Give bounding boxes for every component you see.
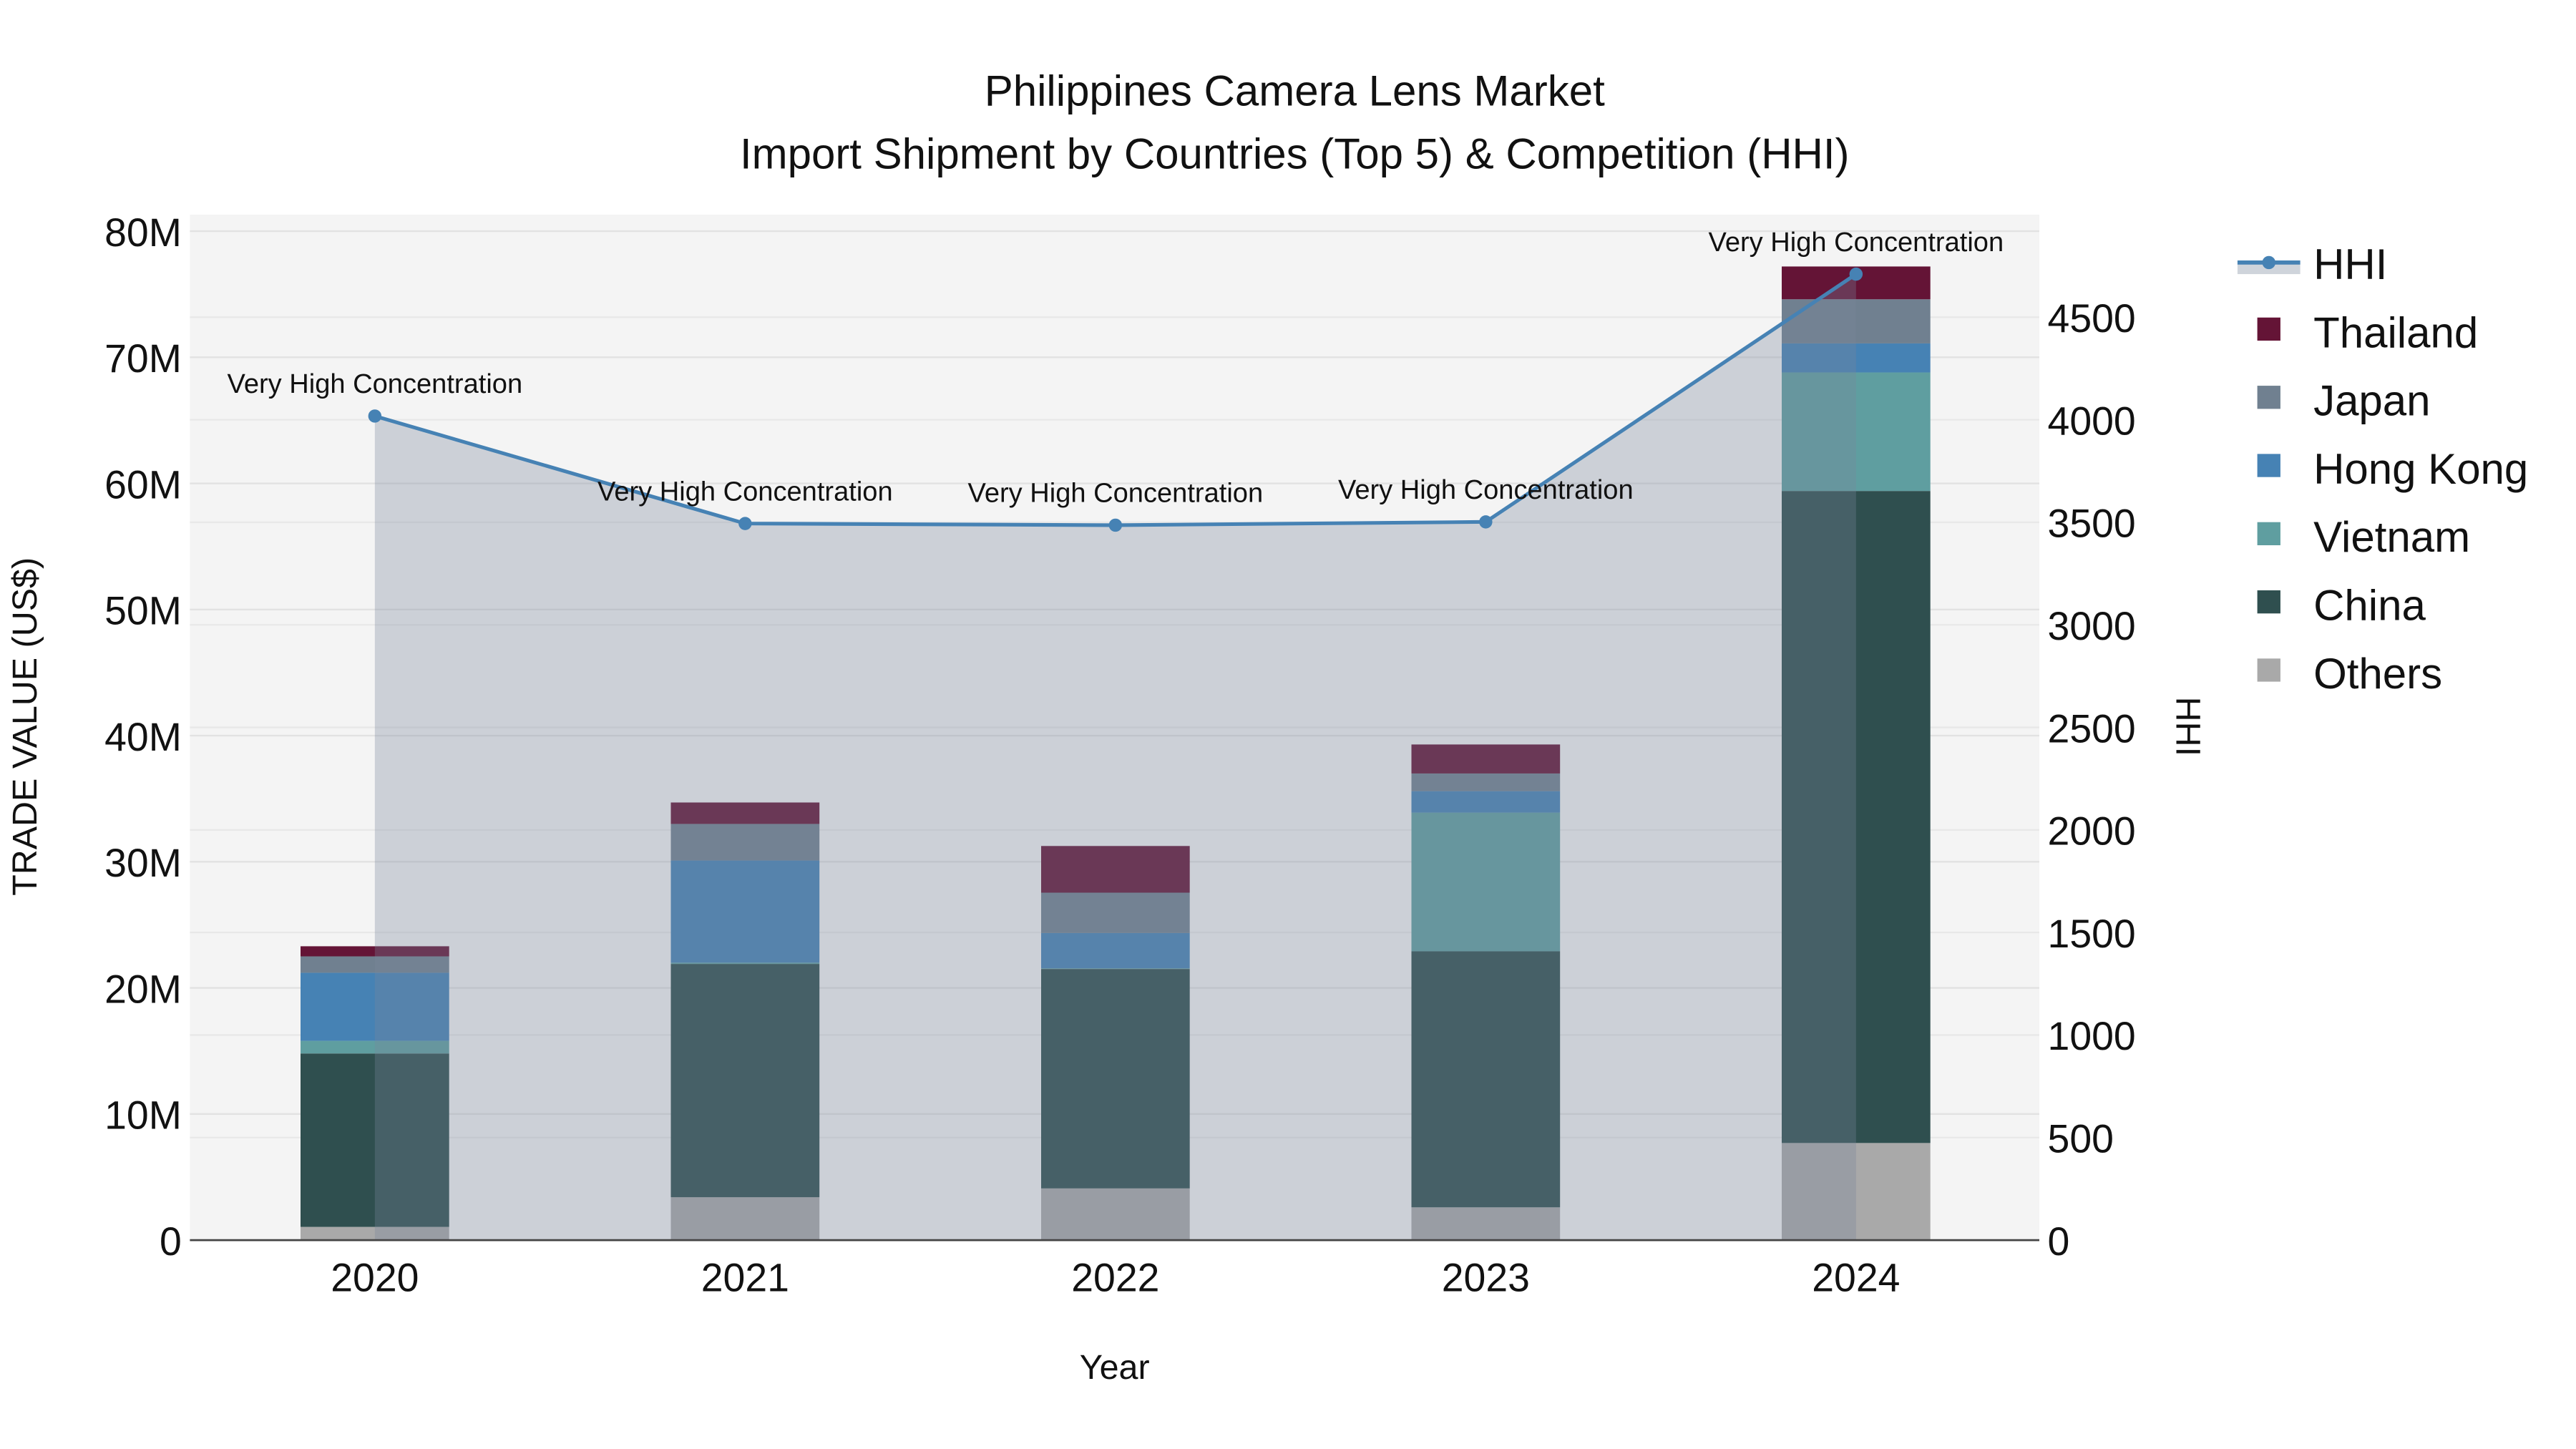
legend-swatch bbox=[2257, 590, 2280, 614]
y-tick-label: 60M bbox=[104, 462, 182, 507]
x-tick-label: 2021 bbox=[701, 1256, 789, 1300]
y-tick-label: 70M bbox=[104, 336, 182, 381]
legend-swatch bbox=[2257, 454, 2280, 477]
legend-item-hong-kong[interactable]: Hong Kong bbox=[2257, 445, 2529, 493]
y2-tick-label: 4500 bbox=[2048, 296, 2136, 341]
legend-item-vietnam[interactable]: Vietnam bbox=[2257, 513, 2470, 561]
x-tick-label: 2024 bbox=[1812, 1256, 1900, 1300]
legend-swatch bbox=[2257, 522, 2280, 545]
hhi-point bbox=[1479, 515, 1493, 529]
y2-axis-title: HHI bbox=[2169, 697, 2207, 756]
legend-label: Hong Kong bbox=[2313, 445, 2528, 493]
hhi-annotation: Very High Concentration bbox=[1338, 475, 1634, 505]
legend-item-hhi[interactable]: HHI bbox=[2237, 240, 2387, 288]
y-tick-label: 30M bbox=[104, 841, 182, 885]
y2-tick-label: 4000 bbox=[2048, 399, 2136, 443]
hhi-annotation: Very High Concentration bbox=[1709, 228, 2004, 258]
y2-tick-label: 1500 bbox=[2048, 912, 2136, 956]
hhi-point bbox=[738, 517, 752, 530]
legend-swatch bbox=[2257, 658, 2280, 682]
legend-swatch bbox=[2257, 317, 2280, 341]
y-tick-label: 80M bbox=[104, 210, 182, 255]
x-axis-title: Year bbox=[1080, 1348, 1150, 1387]
hhi-point bbox=[1108, 518, 1123, 532]
chart: Very High Concentration Very High Concent… bbox=[6, 67, 2529, 1387]
y2-tick-label: 3500 bbox=[2048, 502, 2136, 546]
y-tick-label: 20M bbox=[104, 967, 182, 1011]
legend-label: Vietnam bbox=[2313, 513, 2470, 561]
y2-tick-label: 2000 bbox=[2048, 809, 2136, 854]
y-axis-title: TRADE VALUE (US$) bbox=[6, 557, 44, 896]
legend-item-china[interactable]: China bbox=[2257, 582, 2426, 630]
legend-marker bbox=[2262, 255, 2275, 270]
y-tick-label: 0 bbox=[160, 1219, 182, 1264]
y2-tick-label: 2500 bbox=[2048, 706, 2136, 751]
x-tick-label: 2020 bbox=[331, 1256, 419, 1300]
legend-label: Japan bbox=[2313, 377, 2430, 425]
hhi-annotation: Very High Concentration bbox=[228, 369, 523, 399]
hhi-annotation: Very High Concentration bbox=[597, 477, 893, 507]
legend-label: Others bbox=[2313, 650, 2442, 698]
legend-swatch bbox=[2257, 386, 2280, 409]
y2-tick-label: 500 bbox=[2048, 1117, 2114, 1161]
chart-subtitle: Import Shipment by Countries (Top 5) & C… bbox=[740, 130, 1850, 177]
legend: HHI Thailand Japan Hong Kong Vietnam China Oth… bbox=[2237, 240, 2529, 698]
legend-label: HHI bbox=[2313, 240, 2387, 288]
legend-label: China bbox=[2313, 582, 2426, 630]
y2-tick-label: 3000 bbox=[2048, 604, 2136, 648]
legend-item-thailand[interactable]: Thailand bbox=[2257, 308, 2479, 356]
hhi-annotation: Very High Concentration bbox=[968, 479, 1264, 509]
hhi-point bbox=[1849, 267, 1863, 281]
legend-item-japan[interactable]: Japan bbox=[2257, 377, 2431, 425]
y2-tick-label: 1000 bbox=[2048, 1014, 2136, 1058]
y-tick-label: 50M bbox=[104, 589, 182, 633]
legend-label: Thailand bbox=[2313, 308, 2478, 356]
y-tick-label: 10M bbox=[104, 1093, 182, 1138]
legend-item-others[interactable]: Others bbox=[2257, 650, 2443, 698]
x-tick-label: 2022 bbox=[1071, 1256, 1159, 1300]
hhi-point bbox=[368, 409, 382, 423]
x-tick-label: 2023 bbox=[1442, 1256, 1530, 1300]
y2-tick-label: 0 bbox=[2048, 1219, 2070, 1264]
y-tick-label: 40M bbox=[104, 715, 182, 759]
chart-title: Philippines Camera Lens Market bbox=[985, 67, 1605, 115]
